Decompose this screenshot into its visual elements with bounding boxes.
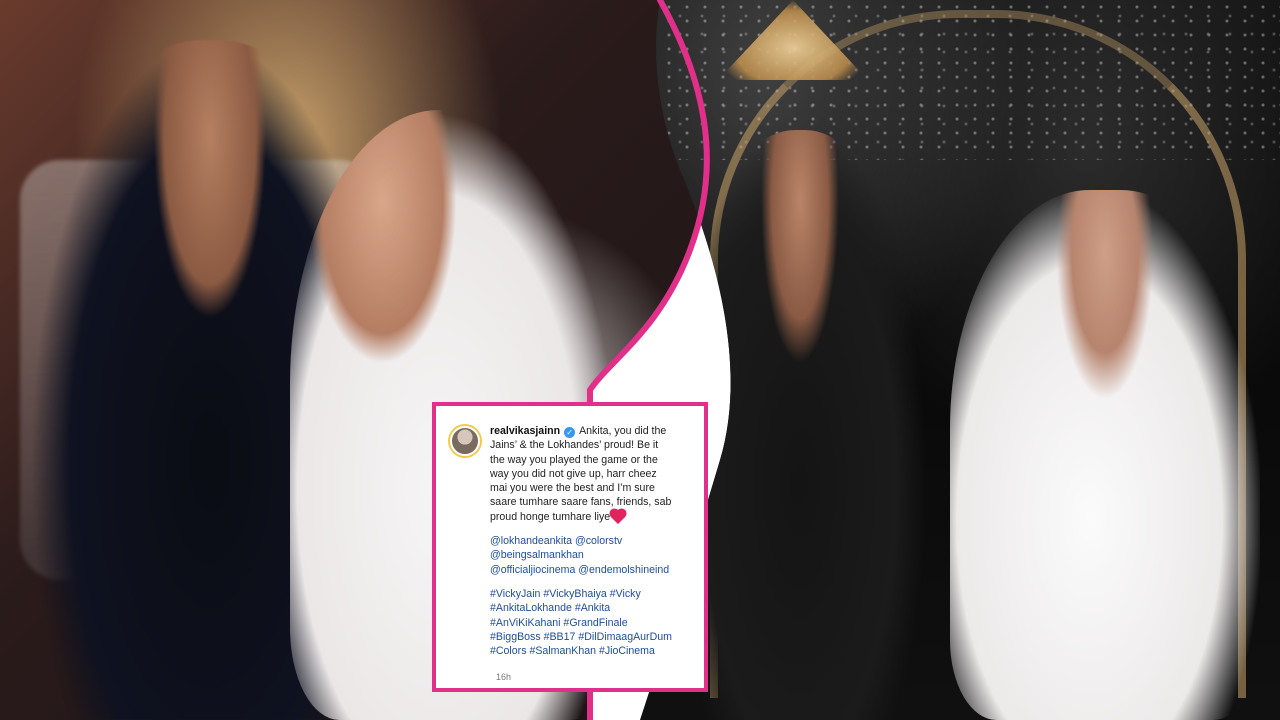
caption-line-3: way you did not give up, harr cheez [490, 467, 657, 480]
caption-text-0: Ankita, you did the [579, 425, 667, 437]
post-header: realvikasjainn ✓ Ankita, you did the Jains… [450, 424, 690, 658]
caption-line-2: the way you played the game or the [490, 453, 658, 466]
man-walking-photo [675, 130, 925, 720]
username[interactable]: realvikasjainn [490, 425, 560, 437]
right-photo [640, 0, 1280, 720]
caption-lines: realvikasjainn ✓ Ankita, you did the Jains… [490, 424, 690, 524]
caption-line-1: Jains’ & the Lokhandes’ proud! Be it [490, 439, 659, 452]
hashtag-line-2[interactable]: #AnViKiKahani #GrandFinale [490, 616, 690, 630]
post-caption: realvikasjainn ✓ Ankita, you did the Jains… [490, 424, 690, 658]
heart-icon [611, 509, 626, 524]
mentions-block: @lokhandeankita @colorstv @beingsalmankh… [490, 534, 690, 577]
mention-line-0[interactable]: @lokhandeankita @colorstv [490, 534, 690, 548]
hashtags-block: #VickyJain #VickyBhaiya #Vicky #AnkitaLo… [490, 587, 690, 658]
mention-line-1[interactable]: @beingsalmankhan [490, 548, 690, 562]
hashtag-line-1[interactable]: #AnkitaLokhande #Ankita [490, 601, 690, 615]
hashtag-line-3[interactable]: #BiggBoss #BB17 #DilDimaagAurDum [490, 630, 690, 644]
hashtag-line-0[interactable]: #VickyJain #VickyBhaiya #Vicky [490, 587, 690, 601]
caption-line-6: proud honge tumhare liye [490, 509, 690, 524]
thumbnail: realvikasjainn ✓ Ankita, you did the Jains… [0, 0, 1280, 720]
avatar[interactable] [450, 426, 480, 456]
instagram-post-card[interactable]: realvikasjainn ✓ Ankita, you did the Jains… [432, 402, 708, 692]
caption-text-6: proud honge tumhare liye [490, 510, 611, 523]
woman-walking-photo [950, 190, 1260, 720]
post-timestamp: 16h [496, 672, 512, 682]
caption-line-4: mai you were the best and I’m sure [490, 482, 655, 495]
caption-line-5: saare tumhare saare fans, friends, sab [490, 496, 672, 509]
hashtag-line-4[interactable]: #Colors #SalmanKhan #JioCinema [490, 644, 690, 658]
caption-line-0: realvikasjainn ✓ Ankita, you did the [490, 424, 690, 438]
mention-line-2[interactable]: @officialjiocinema @endemolshineind [490, 563, 690, 577]
verified-icon: ✓ [564, 427, 576, 438]
